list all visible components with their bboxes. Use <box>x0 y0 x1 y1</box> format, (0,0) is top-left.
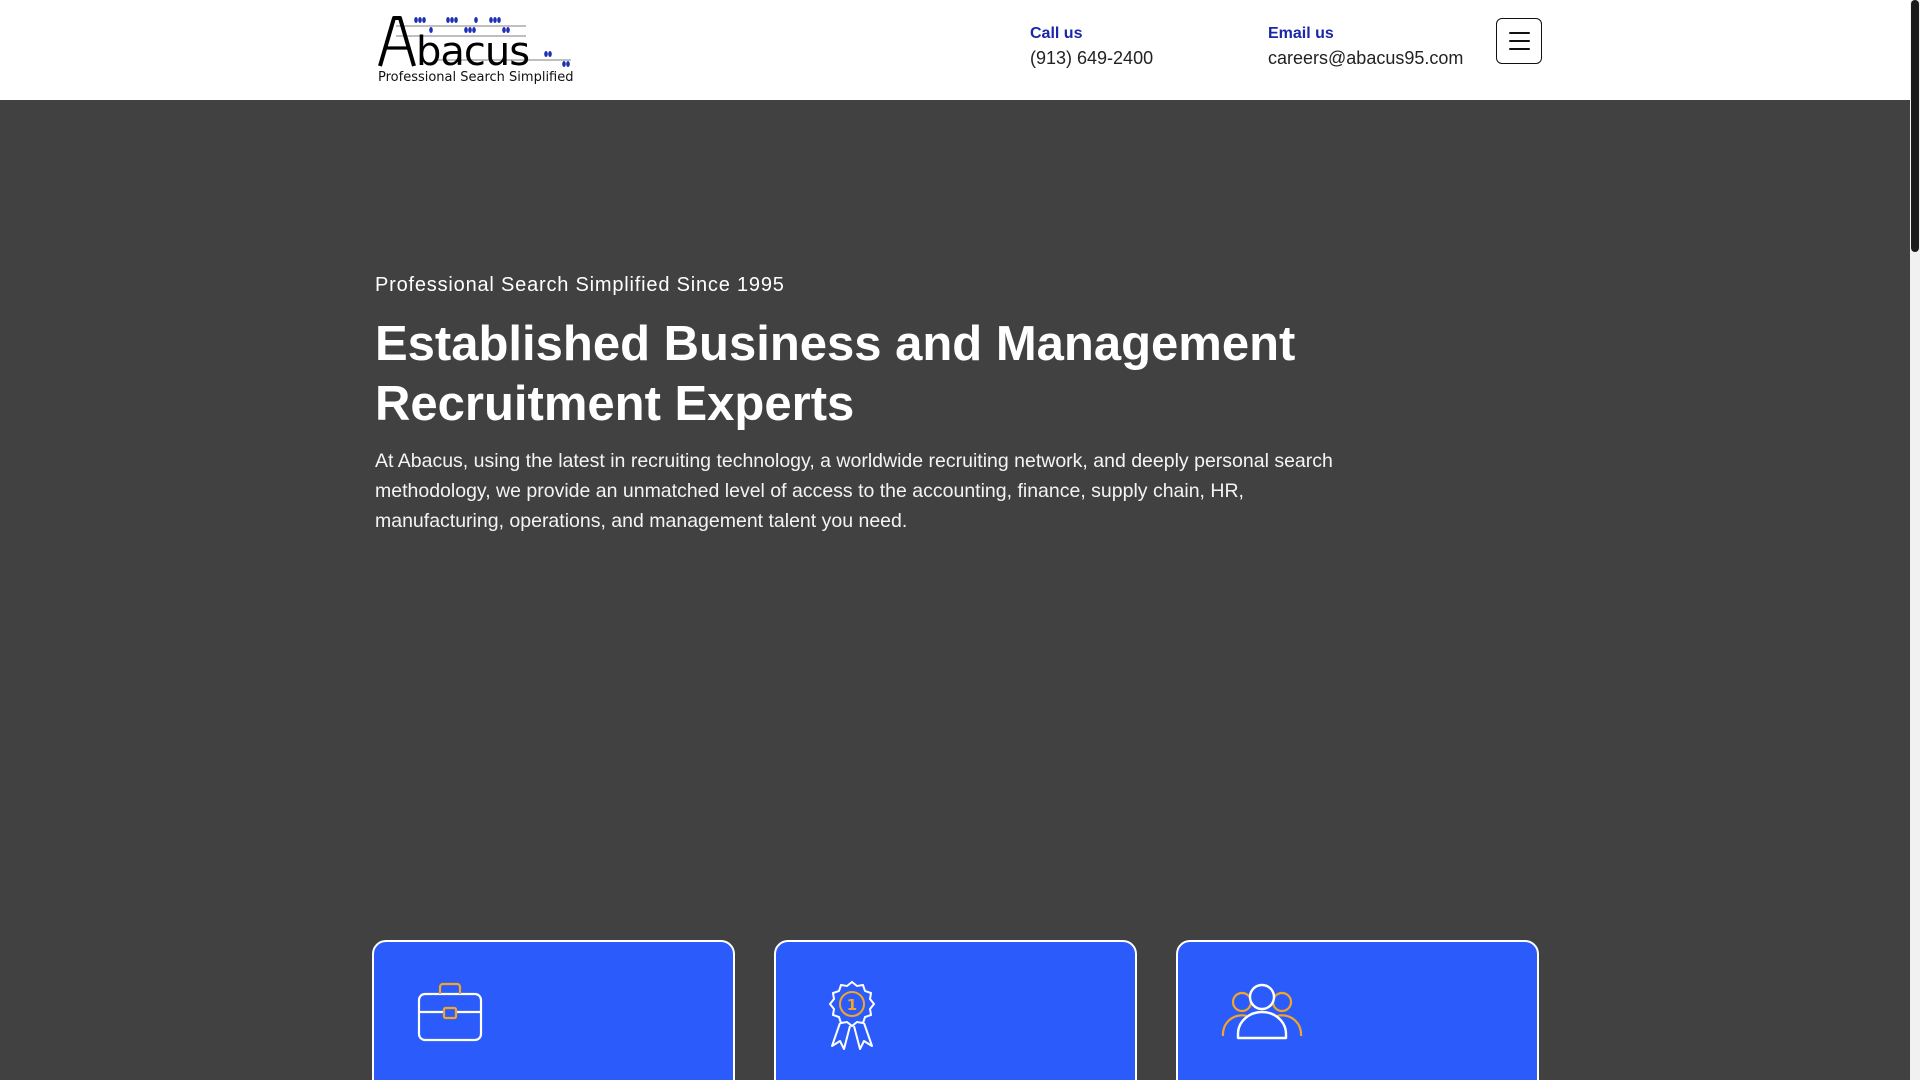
phone-number-link[interactable]: (913) 649-2400 <box>1030 46 1153 70</box>
hero-section: Professional Search Simplified Since 199… <box>375 272 1375 536</box>
award-ribbon-icon: 1 <box>828 980 876 1050</box>
scrollbar-thumb[interactable] <box>1911 0 1919 252</box>
service-card-2[interactable]: 1 <box>774 940 1137 1080</box>
svg-text:1: 1 <box>847 996 857 1014</box>
users-group-icon <box>1221 983 1303 1040</box>
service-card-3[interactable] <box>1176 940 1539 1080</box>
email-us-label: Email us <box>1268 25 1334 42</box>
logo-tagline: Professional Search Simplified <box>378 70 574 85</box>
svg-text:bacus: bacus <box>416 29 529 70</box>
call-us-label: Call us <box>1030 25 1083 42</box>
hamburger-menu-icon-bar <box>1509 40 1530 42</box>
call-us-block: Call us (913) 649-2400 <box>1030 24 1153 70</box>
site-header: bacus Professional Search Simplified Cal… <box>0 0 1910 100</box>
hero-headline: Established Business and Management Recr… <box>375 317 1296 431</box>
hamburger-menu-icon-bar <box>1509 32 1530 34</box>
hamburger-menu-icon-bar <box>1509 48 1530 50</box>
service-card-1[interactable] <box>372 940 735 1080</box>
page-scrollbar[interactable] <box>1910 0 1920 1080</box>
briefcase-icon <box>417 982 483 1042</box>
abacus-logo[interactable]: bacus Professional Search Simplified <box>376 8 576 88</box>
hamburger-menu-button[interactable] <box>1496 18 1542 64</box>
logo-mark: bacus <box>378 16 571 70</box>
email-address-link[interactable]: careers@abacus95.com <box>1268 46 1463 70</box>
email-us-block: Email us careers@abacus95.com <box>1268 24 1463 70</box>
hero-eyebrow: Professional Search Simplified Since 199… <box>375 274 785 296</box>
hero-description: At Abacus, using the latest in recruitin… <box>375 450 1333 532</box>
